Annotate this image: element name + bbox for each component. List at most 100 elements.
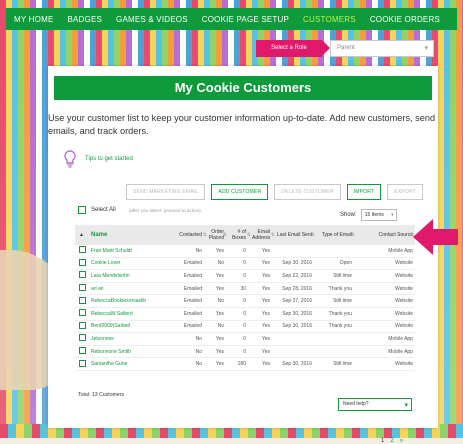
customers-panel: My Cookie Customers Use your customer li… [48, 66, 438, 444]
cell-last-email-sent: Sep 30, 2016 [282, 361, 312, 368]
page-next-number[interactable]: 2 [390, 438, 393, 444]
cell-contacted: No [195, 348, 202, 355]
table-row: ari ari Emailed Yes 30 Yes Sep 28, 2016 Thank … [75, 283, 415, 296]
header-email-address[interactable]: Email Address [252, 229, 276, 241]
role-select[interactable]: Parent ▾ [330, 40, 434, 57]
cell-contacted: Emailed [183, 285, 202, 292]
cell-last-email-sent: Sep 22, 2016 [282, 272, 312, 279]
row-checkbox[interactable] [79, 309, 86, 317]
cell-contacted: No [195, 361, 202, 368]
cell-boxes: 0 [243, 323, 246, 330]
cell-name[interactable]: ari ari [91, 286, 164, 292]
show-label: Show: [340, 212, 357, 218]
intro-text: Use your customer list to keep your cust… [48, 113, 436, 136]
page-current[interactable]: 1 [381, 438, 384, 444]
lightbulb-icon [64, 150, 76, 168]
nav-item-games-videos[interactable]: GAMES & VIDEOS [116, 15, 188, 24]
table-row: Lara Mendelsohn Emailed Yes 0 Yes Sep 22, 201… [75, 270, 415, 283]
row-checkbox-cell [75, 309, 91, 318]
cell-order-placed: No [217, 323, 224, 330]
pointer-arrow-icon [413, 219, 458, 255]
row-checkbox[interactable] [79, 271, 86, 279]
cell-last-email-sent: Sep 28, 2016 [282, 285, 312, 292]
cell-contact-source: Website [395, 298, 413, 305]
page-title: My Cookie Customers [54, 76, 432, 100]
cell-name[interactable]: Samantha Gune [91, 361, 164, 367]
cell-name[interactable]: Rebonnone Smith [91, 349, 164, 355]
table-row: Ben(0009)Saltard Emailed No 0 Yes Sep 30, 201… [75, 321, 415, 334]
add-customer-button[interactable]: ADD CUSTOMER [211, 184, 269, 200]
header-order-placed[interactable]: Order Placed [208, 229, 228, 241]
table-row: RebeccaW Salterd Emailed Yes 0 Yes Sep 30, 20… [75, 308, 415, 321]
nav-item-badges[interactable]: BADGES [67, 15, 102, 24]
table-row: Samantha Gune No Yes 180 Yes Sep 30, 2016 Stil… [75, 358, 415, 371]
nav-item-customers[interactable]: CUSTOMERS [303, 15, 356, 24]
header-contacted[interactable]: Contacted [164, 232, 208, 238]
select-all-checkbox[interactable] [78, 206, 86, 214]
send-email-button[interactable]: SEND MARKETING EMAIL [126, 184, 206, 200]
header-boxes[interactable]: # of Boxes [228, 229, 252, 241]
header-last-email-sent[interactable]: Last Email Sent [276, 232, 316, 238]
cell-contact-source: Website [395, 310, 413, 317]
cell-type-of-email: Still time [333, 361, 352, 368]
cell-name[interactable]: RebeccaBooktexorsaslib [91, 298, 164, 304]
cell-contact-source: Website [395, 272, 413, 279]
cell-email-address: Yes [261, 247, 270, 254]
delete-customer-button[interactable]: DELETE CUSTOMER [274, 184, 341, 200]
row-checkbox[interactable] [79, 284, 86, 292]
cell-contacted: Emailed [183, 310, 202, 317]
cell-name[interactable]: Jetsonone [91, 336, 164, 342]
table-row: Cookie Lover Emailed No 0 Yes Sep 30, 2016 Ope… [75, 258, 415, 271]
cell-type-of-email: Thank you [328, 310, 352, 317]
cell-contacted: Emailed [183, 298, 202, 305]
header-sort-icon: ▲ [79, 232, 84, 238]
page-size-select[interactable]: 15 Items ▾ [360, 209, 397, 221]
help-select[interactable]: Need help? ▾ [338, 398, 412, 411]
row-checkbox[interactable] [79, 359, 86, 367]
cell-name[interactable]: Ben(0009)Saltard [91, 323, 164, 329]
cell-email-address: Yes [261, 298, 270, 305]
cell-name[interactable]: Fran Marit Schuldt [91, 248, 164, 254]
cell-contacted: Emailed [183, 272, 202, 279]
cell-email-address: Yes [261, 260, 270, 267]
cell-name[interactable]: Lara Mendelsohn [91, 273, 164, 279]
chevron-down-icon: ▾ [391, 212, 394, 218]
tips-link[interactable]: Tips to get started [63, 150, 133, 168]
cell-boxes: 0 [243, 260, 246, 267]
nav-item-my-home[interactable]: MY HOME [14, 15, 53, 24]
cell-order-placed: Yes [215, 272, 224, 279]
row-checkbox[interactable] [79, 321, 86, 329]
tips-label: Tips to get started [85, 156, 133, 162]
row-checkbox[interactable] [79, 296, 86, 304]
row-checkbox-cell [75, 347, 91, 356]
cell-email-address: Yes [261, 348, 270, 355]
cell-email-address: Yes [261, 310, 270, 317]
import-button[interactable]: IMPORT [346, 184, 382, 200]
row-checkbox[interactable] [79, 334, 86, 342]
cell-email-address: Yes [261, 335, 270, 342]
row-checkbox[interactable] [79, 258, 86, 266]
cell-type-of-email: Thank you [328, 323, 352, 330]
header-contact-source[interactable]: Contact Source [356, 232, 415, 238]
cell-email-address: Yes [261, 272, 270, 279]
cell-boxes: 30 [240, 285, 246, 292]
nav-item-cookie-orders[interactable]: COOKIE ORDERS [370, 15, 440, 24]
row-checkbox-cell [75, 246, 91, 255]
cell-boxes: 0 [243, 310, 246, 317]
cell-contacted: Emailed [183, 260, 202, 267]
row-checkbox-cell [75, 334, 91, 343]
row-checkbox[interactable] [79, 246, 86, 254]
nav-item-cookie-page-setup[interactable]: COOKIE PAGE SETUP [202, 15, 289, 24]
help-label: Need help? [343, 401, 369, 407]
cell-name[interactable]: RebeccaW Salterd [91, 311, 164, 317]
chevron-down-icon: ▾ [424, 45, 428, 52]
row-checkbox[interactable] [79, 347, 86, 355]
header-type-of-email[interactable]: Type of Email [316, 232, 356, 238]
cell-boxes: 0 [243, 348, 246, 355]
next-page-icon[interactable]: » [400, 438, 403, 444]
select-all-label: Select All [91, 207, 116, 213]
header-name[interactable]: Name [91, 232, 164, 238]
total-customers: Total: 13 Customers [78, 392, 125, 398]
cell-name[interactable]: Cookie Lover [91, 260, 164, 266]
export-button[interactable]: EXPORT [387, 184, 423, 200]
